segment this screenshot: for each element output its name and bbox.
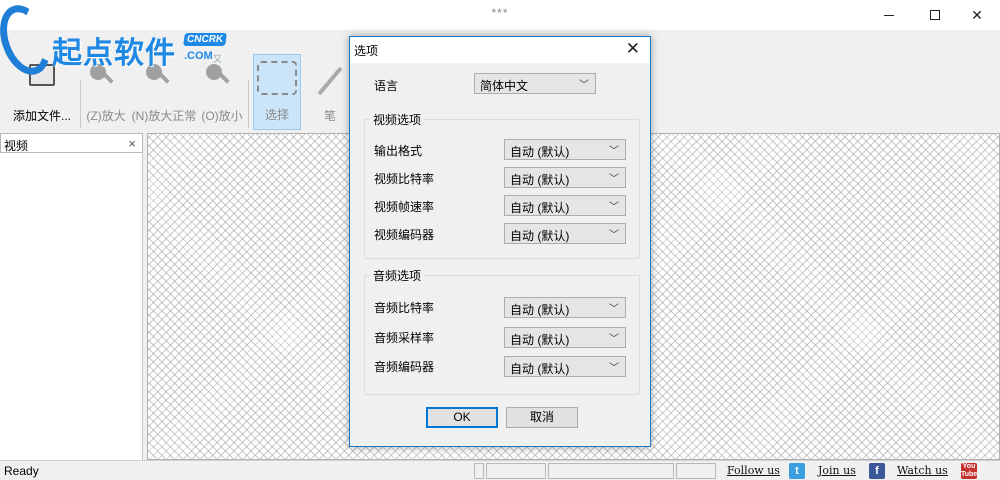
maximize-icon [930,10,940,20]
toolbar-separator [248,80,249,128]
status-bar: Ready Follow us t Join us f Watch us You… [0,460,1000,480]
logo-badge: CNCRK [183,33,228,46]
twitter-icon[interactable]: t [789,463,805,479]
pen-tool-label: 笔 [323,109,336,123]
status-cell [548,463,674,479]
video-encoder-value: 自动 (默认) [510,229,570,243]
join-us-link[interactable]: Join us [818,464,856,477]
output-format-select[interactable]: 自动 (默认) ﹀ [504,139,626,160]
select-rect-icon [257,61,297,95]
output-format-value: 自动 (默认) [510,145,570,159]
audio-options-title: 音频选项 [370,267,425,284]
pen-icon [317,66,343,96]
audio-samplerate-label: 音频采样率 [374,331,435,345]
chevron-down-icon: ﹀ [579,80,589,91]
video-bitrate-select[interactable]: 自动 (默认) ﹀ [504,167,626,188]
video-encoder-label: 视频编码器 [374,228,435,242]
select-tool-label: 选择 [264,108,289,122]
minimize-icon [884,14,894,16]
video-options-title: 视频选项 [370,111,425,128]
video-framerate-label: 视频帧速率 [374,200,435,214]
video-encoder-select[interactable]: 自动 (默认) ﹀ [504,223,626,244]
output-format-label: 输出格式 [374,144,423,158]
logo-mark: 又 [213,54,223,64]
logo-domain: .COM [184,50,213,62]
video-bitrate-value: 自动 (默认) [510,173,570,187]
side-panel-title: 视频 [4,139,29,153]
watch-us-link[interactable]: Watch us [897,464,948,477]
maximize-button[interactable] [912,0,958,30]
language-label: 语言 [374,79,399,93]
audio-samplerate-value: 自动 (默认) [510,333,570,347]
follow-us-link[interactable]: Follow us [727,464,780,477]
close-icon: ✕ [971,6,983,23]
chevron-down-icon: ﹀ [609,146,619,157]
status-cell [676,463,716,479]
video-side-panel: 视频 × [0,133,143,460]
language-value: 简体中文 [480,79,529,93]
video-framerate-value: 自动 (默认) [510,201,570,215]
video-framerate-select[interactable]: 自动 (默认) ﹀ [504,195,626,216]
close-button[interactable]: ✕ [954,0,1000,30]
chevron-down-icon: ﹀ [609,174,619,185]
add-file-label: 添加文件... [12,109,71,123]
ok-button[interactable]: OK [426,407,498,428]
youtube-icon[interactable]: You Tube [961,463,977,479]
dialog-title: 选项 [354,44,379,58]
audio-bitrate-label: 音频比特率 [374,301,435,315]
zoom-normal-label: (N)放大正常 [131,109,197,123]
watermark-logo: 起点软件 CNCRK .COM 又 [0,0,230,84]
chevron-down-icon: ﹀ [609,230,619,241]
side-panel-close-icon[interactable]: × [128,136,136,151]
audio-encoder-value: 自动 (默认) [510,362,570,376]
status-text: Ready [4,464,39,478]
zoom-out-label: (O)放小 [201,109,243,123]
status-cell [486,463,546,479]
audio-bitrate-value: 自动 (默认) [510,303,570,317]
select-tool-button[interactable]: 选择 [253,54,301,130]
language-select[interactable]: 简体中文 ﹀ [474,73,596,94]
zoom-in-label: (Z)放大 [86,109,126,123]
toolbar-separator [80,80,81,128]
dialog-title-bar: 选项 ✕ [350,37,650,63]
dialog-close-button[interactable]: ✕ [626,39,640,59]
audio-bitrate-select[interactable]: 自动 (默认) ﹀ [504,297,626,318]
audio-encoder-select[interactable]: 自动 (默认) ﹀ [504,356,626,377]
status-cell [474,463,484,479]
facebook-icon[interactable]: f [869,463,885,479]
side-panel-header: 视频 × [0,133,143,153]
video-bitrate-label: 视频比特率 [374,172,435,186]
chevron-down-icon: ﹀ [609,334,619,345]
options-dialog: 选项 ✕ 语言 简体中文 ﹀ 视频选项 输出格式 自动 (默认) ﹀ 视频比特率… [349,36,651,447]
chevron-down-icon: ﹀ [609,363,619,374]
minimize-button[interactable] [866,0,912,30]
cancel-button[interactable]: 取消 [506,407,578,428]
pen-tool-button[interactable]: 笔 [306,54,354,130]
audio-samplerate-select[interactable]: 自动 (默认) ﹀ [504,327,626,348]
logo-text: 起点软件 [52,36,176,71]
chevron-down-icon: ﹀ [609,202,619,213]
logo-ring-icon [0,0,59,82]
chevron-down-icon: ﹀ [609,304,619,315]
audio-encoder-label: 音频编码器 [374,360,435,374]
